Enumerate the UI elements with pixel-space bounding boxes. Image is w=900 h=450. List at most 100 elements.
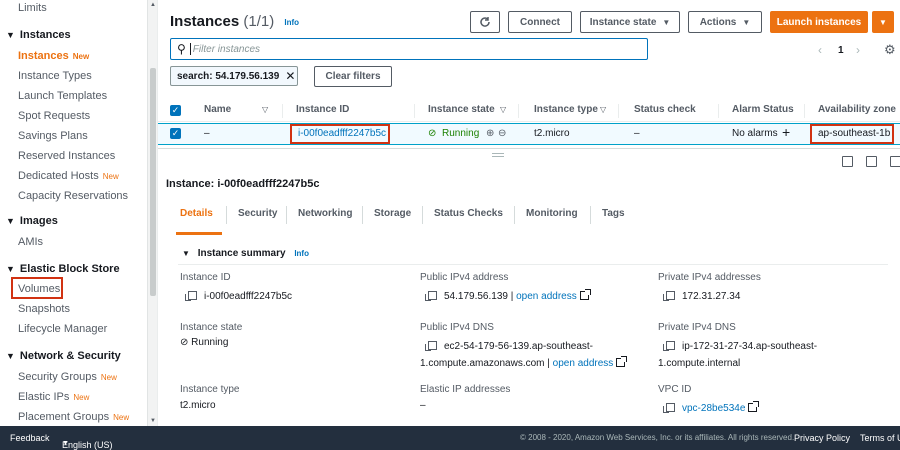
sidebar-item-instance-types[interactable]: Instance Types [18, 70, 92, 82]
page-title: Instances (1/1) Info [170, 13, 299, 30]
instance-state-dropdown[interactable]: Instance state ▼ [580, 11, 680, 33]
sidebar-item-capacity-reservations[interactable]: Capacity Reservations [18, 190, 128, 202]
copy-icon[interactable] [663, 341, 675, 351]
sidebar-item-dedicated-hosts[interactable]: Dedicated Hosts New [18, 170, 119, 182]
tab-monitoring[interactable]: Monitoring [526, 208, 578, 219]
instance-type-value: t2.micro [180, 400, 216, 411]
prev-page-icon[interactable]: ‹ [818, 43, 822, 57]
column-header-instance-id[interactable]: Instance ID [296, 104, 349, 115]
filter-funnel-icon[interactable]: ▽ [262, 105, 268, 114]
tab-networking[interactable]: Networking [298, 208, 352, 219]
sidebar-section-instances[interactable]: ▼ Instances [6, 29, 71, 41]
sidebar-section-network-security[interactable]: ▼ Network & Security [6, 350, 121, 362]
summary-info-link[interactable]: Info [294, 249, 309, 258]
tab-storage[interactable]: Storage [374, 208, 411, 219]
copy-icon[interactable] [425, 291, 437, 301]
sidebar-item-savings-plans[interactable]: Savings Plans [18, 130, 88, 142]
column-header-instance-state[interactable]: Instance state [428, 104, 495, 115]
panel-bottom-icon[interactable] [842, 156, 853, 167]
copy-icon[interactable] [185, 291, 197, 301]
copy-icon[interactable] [663, 403, 675, 413]
cell-instance-type: t2.micro [534, 128, 570, 139]
sidebar-item-lifecycle-manager[interactable]: Lifecycle Manager [18, 323, 107, 335]
tab-details[interactable]: Details [180, 208, 213, 219]
summary-title-text: Instance summary [197, 248, 286, 259]
scroll-up-icon[interactable]: ▲ [149, 2, 157, 8]
footer: Feedback English (US) ▼ © 2008 - 2020, A… [0, 426, 900, 450]
sidebar-item-instances[interactable]: Instances New [18, 50, 89, 62]
connect-button[interactable]: Connect [508, 11, 572, 33]
table-row[interactable]: ✓ – i-00f0eadfff2247b5c ⊘ Running ⊕ ⊖ t2… [158, 123, 900, 145]
sidebar-section-ebs[interactable]: ▼ Elastic Block Store [6, 263, 120, 275]
external-link-icon[interactable] [748, 401, 760, 412]
caret-down-icon: ▼ [6, 351, 15, 361]
sidebar-item-placement-groups[interactable]: Placement Groups New [18, 411, 129, 423]
close-icon[interactable]: ✕ [285, 69, 295, 83]
sidebar-section-images[interactable]: ▼ Images [6, 215, 58, 227]
instance-state-text: Running [191, 337, 229, 348]
tab-tags[interactable]: Tags [602, 208, 625, 219]
column-header-alarm-status[interactable]: Alarm Status [732, 104, 794, 115]
panel-splitter[interactable] [158, 148, 900, 162]
column-header-availability-zone[interactable]: Availability zone [818, 104, 896, 115]
terms-link[interactable]: Terms of Us [860, 433, 900, 443]
launch-instances-button[interactable]: Launch instances [770, 11, 868, 33]
sidebar-item-elastic-ips[interactable]: Elastic IPs New [18, 391, 89, 403]
vpc-id-link[interactable]: vpc-28be534e [682, 403, 745, 414]
select-all-checkbox[interactable]: ✓ [170, 105, 181, 116]
feedback-link[interactable]: Feedback [10, 433, 50, 443]
external-link-icon[interactable] [579, 289, 591, 300]
info-link[interactable]: Info [284, 18, 299, 27]
open-address-link[interactable]: open address [516, 291, 577, 302]
clear-filters-button[interactable]: Clear filters [314, 66, 392, 87]
sidebar-item-amis[interactable]: AMIs [18, 236, 43, 248]
open-address-link[interactable]: open address [553, 358, 614, 369]
instance-state-value: ⊘ Running [180, 337, 228, 348]
new-badge: New [102, 172, 119, 181]
search-input[interactable]: ⚲ Filter instances [170, 38, 648, 60]
sidebar-item-spot-requests[interactable]: Spot Requests [18, 110, 90, 122]
drag-handle-icon[interactable] [492, 153, 504, 157]
cell-alarm-status: No alarms [732, 128, 778, 139]
sidebar-item-reserved-instances[interactable]: Reserved Instances [18, 150, 115, 162]
copy-icon[interactable] [425, 341, 437, 351]
zoom-in-icon[interactable]: ⊕ [486, 128, 494, 139]
private-dns-text: ip-172-31-27-34.ap-southeast- [682, 341, 818, 352]
privacy-policy-link[interactable]: Privacy Policy [794, 433, 850, 443]
row-checkbox[interactable]: ✓ [170, 128, 181, 139]
refresh-icon [480, 17, 490, 27]
launch-dropdown-button[interactable]: ▼ [872, 11, 894, 33]
external-link-icon[interactable] [616, 356, 628, 367]
public-ipv4-text: 54.179.56.139 [444, 291, 508, 302]
public-dns-value-cont: 1.compute.amazonaws.com | open address [420, 356, 628, 369]
tab-security[interactable]: Security [238, 208, 277, 219]
panel-split-icon[interactable] [866, 156, 877, 167]
instance-summary-header[interactable]: ▼ Instance summary Info [182, 248, 309, 259]
filter-funnel-icon[interactable]: ▽ [600, 105, 606, 114]
filter-funnel-icon[interactable]: ▽ [500, 105, 506, 114]
sidebar-item-limits[interactable]: Limits [18, 2, 47, 14]
sidebar-scrollbar[interactable]: ▲ ▼ [147, 0, 157, 426]
column-header-name[interactable]: Name [204, 104, 231, 115]
private-ipv4-text: 172.31.27.34 [682, 291, 741, 302]
settings-gear-icon[interactable]: ⚙ [884, 42, 896, 58]
scroll-down-icon[interactable]: ▼ [149, 418, 157, 424]
sidebar-item-label: Security Groups [18, 371, 97, 383]
tab-divider [590, 206, 591, 224]
actions-dropdown[interactable]: Actions ▼ [688, 11, 762, 33]
scrollbar-thumb[interactable] [150, 68, 156, 296]
add-alarm-icon[interactable]: + [782, 124, 790, 140]
tab-divider [514, 206, 515, 224]
sidebar-item-snapshots[interactable]: Snapshots [18, 303, 70, 315]
zoom-out-icon[interactable]: ⊖ [498, 128, 506, 139]
panel-side-icon[interactable] [890, 156, 900, 167]
tab-status-checks[interactable]: Status Checks [434, 208, 503, 219]
sidebar-item-launch-templates[interactable]: Launch Templates [18, 90, 107, 102]
next-page-icon[interactable]: › [856, 43, 860, 57]
refresh-button[interactable] [470, 11, 500, 33]
page-number[interactable]: 1 [838, 45, 844, 56]
sidebar-item-security-groups[interactable]: Security Groups New [18, 371, 117, 383]
column-header-status-check[interactable]: Status check [634, 104, 696, 115]
column-header-instance-type[interactable]: Instance type [534, 104, 598, 115]
copy-icon[interactable] [663, 291, 675, 301]
